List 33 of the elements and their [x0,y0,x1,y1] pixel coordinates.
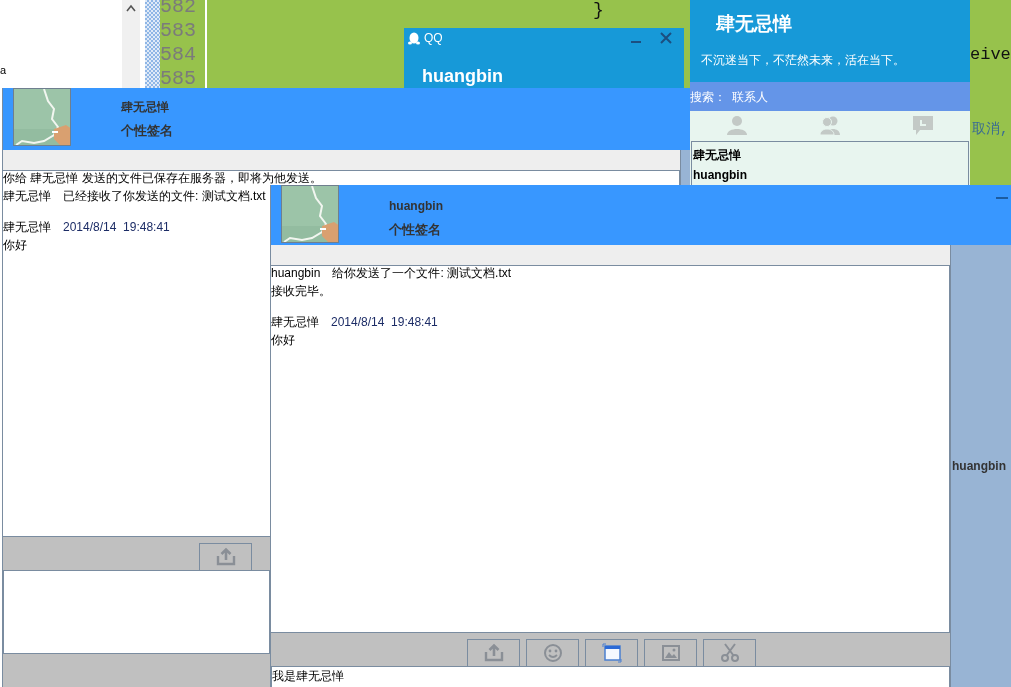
message-text: 你好 [3,238,28,253]
message-text: 你好 [271,333,296,348]
contact-signature: 个性签名 [389,221,442,239]
message-input[interactable]: 我是肆无忌惮 [271,667,950,687]
contact-item[interactable]: huangbin [692,164,968,185]
profile-signature: 不沉迷当下，不茫然未来，活在当下。 [701,52,906,69]
line-number: 584 [160,43,197,67]
search-label: 搜索： [690,82,726,111]
code-text: a [0,63,7,78]
line-number: 583 [160,19,197,43]
sender-name: 肆无忌惮 [3,189,51,203]
code-text: } [593,0,604,21]
message-time: 2014/8/14 19:48:41 [63,220,170,234]
message-time: 2014/8/14 19:48:41 [331,315,438,329]
contact-name: huangbin [389,198,443,215]
contact-item[interactable]: 肆无忌惮 [692,144,968,165]
contact-name: huangbin [952,458,1006,475]
contact-signature: 个性签名 [121,122,173,140]
profile-name: 肆无忌惮 [716,12,793,36]
sender-name: 肆无忌惮 [271,315,319,329]
message-text: 给你发送了一个文件: 测试文档.txt [332,266,512,280]
code-text: 取消, [972,120,1009,139]
message-text: 已经接收了你发送的文件: 测试文档.txt [63,189,266,203]
search-field[interactable]: 联系人 [726,82,970,111]
message-text: 你给 肆无忌惮 发送的文件已保存在服务器，即将为他发送。 [3,171,323,186]
sender-name: huangbin [271,266,321,280]
code-text: eive [970,44,1011,66]
user-name: huangbin [421,66,503,86]
message-text: 接收完毕。 [271,284,332,299]
sender-name: 肆无忌惮 [3,220,51,234]
contact-name: 肆无忌惮 [121,99,170,116]
window-title: QQ [424,30,443,47]
line-number: 585 [160,67,197,91]
